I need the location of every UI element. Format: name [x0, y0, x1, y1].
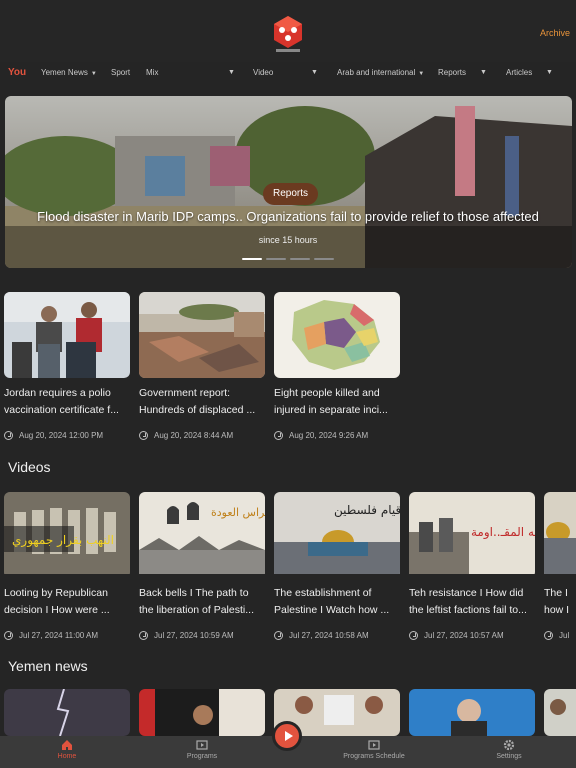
news-card[interactable] — [4, 689, 130, 736]
caret-down-icon: ▼ — [418, 71, 425, 77]
news-thumbnail — [4, 689, 130, 736]
category-tabs: You Yemen News ▼ Sport Mix ▼ Video ▼ Arab… — [0, 62, 576, 86]
news-title[interactable]: Jordan requires a polio vaccination certi… — [4, 385, 130, 419]
tab-arab-international[interactable]: Arab and international ▼ — [337, 68, 424, 77]
video-card[interactable]: The Ihow I Jul — [544, 492, 576, 640]
video-title[interactable]: The establishment of Palestine I Watch ho… — [274, 585, 400, 619]
video-date: Jul 27, 2024 10:57 AM — [409, 631, 535, 640]
news-date: Aug 20, 2024 9:26 AM — [274, 431, 400, 440]
news-thumbnail — [274, 292, 400, 378]
yemen-news-section-title[interactable]: Yemen news — [8, 658, 88, 674]
schedule-icon — [368, 740, 380, 750]
video-dropdown-icon[interactable]: ▼ — [311, 69, 318, 76]
news-date: Aug 20, 2024 12:00 PM — [4, 431, 130, 440]
nav-settings[interactable]: Settings — [469, 739, 549, 760]
hero-title[interactable]: Flood disaster in Marib IDP camps.. Orga… — [0, 209, 576, 224]
nav-programs[interactable]: Programs — [162, 739, 242, 760]
videos-section-title[interactable]: Videos — [8, 459, 51, 475]
clock-icon — [139, 431, 148, 440]
video-card[interactable]: النهب بقرار جمهوري Looting by Republican… — [4, 492, 130, 640]
tab-you[interactable]: You — [8, 67, 26, 78]
news-card[interactable] — [544, 689, 576, 736]
video-thumb-caption: أجراس العودة — [211, 505, 265, 519]
slider-dot[interactable] — [266, 258, 286, 260]
clock-icon — [4, 631, 13, 640]
hero-category-badge: Reports — [263, 183, 319, 205]
video-thumbnail: تيه المقـ..اومة — [409, 492, 535, 578]
nav-programs-schedule[interactable]: Programs Schedule — [334, 739, 414, 760]
news-card[interactable] — [139, 689, 265, 736]
slider-indicator[interactable] — [242, 258, 336, 261]
video-thumbnail — [544, 492, 576, 578]
clock-icon — [409, 631, 418, 640]
programs-icon — [196, 740, 208, 750]
news-card[interactable] — [409, 689, 535, 736]
clock-icon — [274, 431, 283, 440]
news-date: Aug 20, 2024 8:44 AM — [139, 431, 265, 440]
video-title[interactable]: Back bells I The path to the liberation o… — [139, 585, 265, 619]
news-thumbnail — [409, 689, 535, 736]
news-thumbnail — [139, 689, 265, 736]
home-icon — [62, 740, 72, 750]
video-date: Jul 27, 2024 10:58 AM — [274, 631, 400, 640]
clock-icon — [4, 431, 13, 440]
tab-yemen-news[interactable]: Yemen News ▼ — [41, 68, 97, 77]
video-thumbnail: النهب بقرار جمهوري — [4, 492, 130, 578]
top-bar: Archive — [0, 0, 576, 62]
video-date: Jul 27, 2024 11:00 AM — [4, 631, 130, 640]
tab-reports[interactable]: Reports — [438, 68, 466, 77]
video-card[interactable]: قيام فلسطين The establishment of Palestin… — [274, 492, 400, 640]
video-title[interactable]: Looting by Republican decision I How were… — [4, 585, 130, 619]
clock-icon — [274, 631, 283, 640]
news-title[interactable]: Government report: Hundreds of displaced … — [139, 385, 265, 419]
news-card[interactable]: Jordan requires a polio vaccination certi… — [4, 292, 130, 440]
video-date: Jul 27, 2024 10:59 AM — [139, 631, 265, 640]
tab-sport[interactable]: Sport — [111, 68, 130, 77]
tab-mix[interactable]: Mix — [146, 68, 158, 77]
mix-dropdown-icon[interactable]: ▼ — [228, 69, 235, 76]
gear-icon — [503, 739, 515, 751]
video-card[interactable]: تيه المقـ..اومة Teh resistance I How did… — [409, 492, 535, 640]
clock-icon — [139, 631, 148, 640]
video-thumbnail: أجراس العودة — [139, 492, 265, 578]
slider-dot[interactable] — [242, 258, 262, 260]
video-thumb-caption: تيه المقـ..اومة — [471, 525, 535, 540]
tab-articles[interactable]: Articles — [506, 68, 532, 77]
caret-down-icon: ▼ — [90, 71, 97, 77]
articles-dropdown-icon[interactable]: ▼ — [546, 69, 553, 76]
news-thumbnail — [4, 292, 130, 378]
news-card[interactable]: Eight people killed and injured in separa… — [274, 292, 400, 440]
nav-home[interactable]: Home — [27, 739, 107, 760]
app-logo — [274, 16, 302, 52]
video-thumbnail: قيام فلسطين — [274, 492, 400, 578]
video-thumb-caption: قيام فلسطين — [334, 503, 400, 518]
video-title[interactable]: The Ihow I — [544, 585, 576, 619]
video-card[interactable]: أجراس العودة Back bells I The path tothe… — [139, 492, 265, 640]
news-title[interactable]: Eight people killed and injured in separa… — [274, 385, 400, 419]
video-thumb-caption: النهب بقرار جمهوري — [12, 533, 114, 548]
slider-dot[interactable] — [290, 258, 310, 260]
video-date: Jul — [544, 631, 576, 640]
news-card[interactable]: Government report: Hundreds of displaced … — [139, 292, 265, 440]
slider-dot[interactable] — [314, 258, 334, 260]
news-thumbnail — [139, 292, 265, 378]
reports-dropdown-icon[interactable]: ▼ — [480, 69, 487, 76]
archive-link[interactable]: Archive — [540, 28, 570, 38]
news-thumbnail — [544, 689, 576, 736]
video-title[interactable]: Teh resistance I How did the leftist fact… — [409, 585, 535, 619]
hero-time: since 15 hours — [258, 235, 318, 245]
clock-icon — [544, 631, 553, 640]
tab-video[interactable]: Video — [253, 68, 273, 77]
live-play-button[interactable] — [272, 721, 302, 751]
